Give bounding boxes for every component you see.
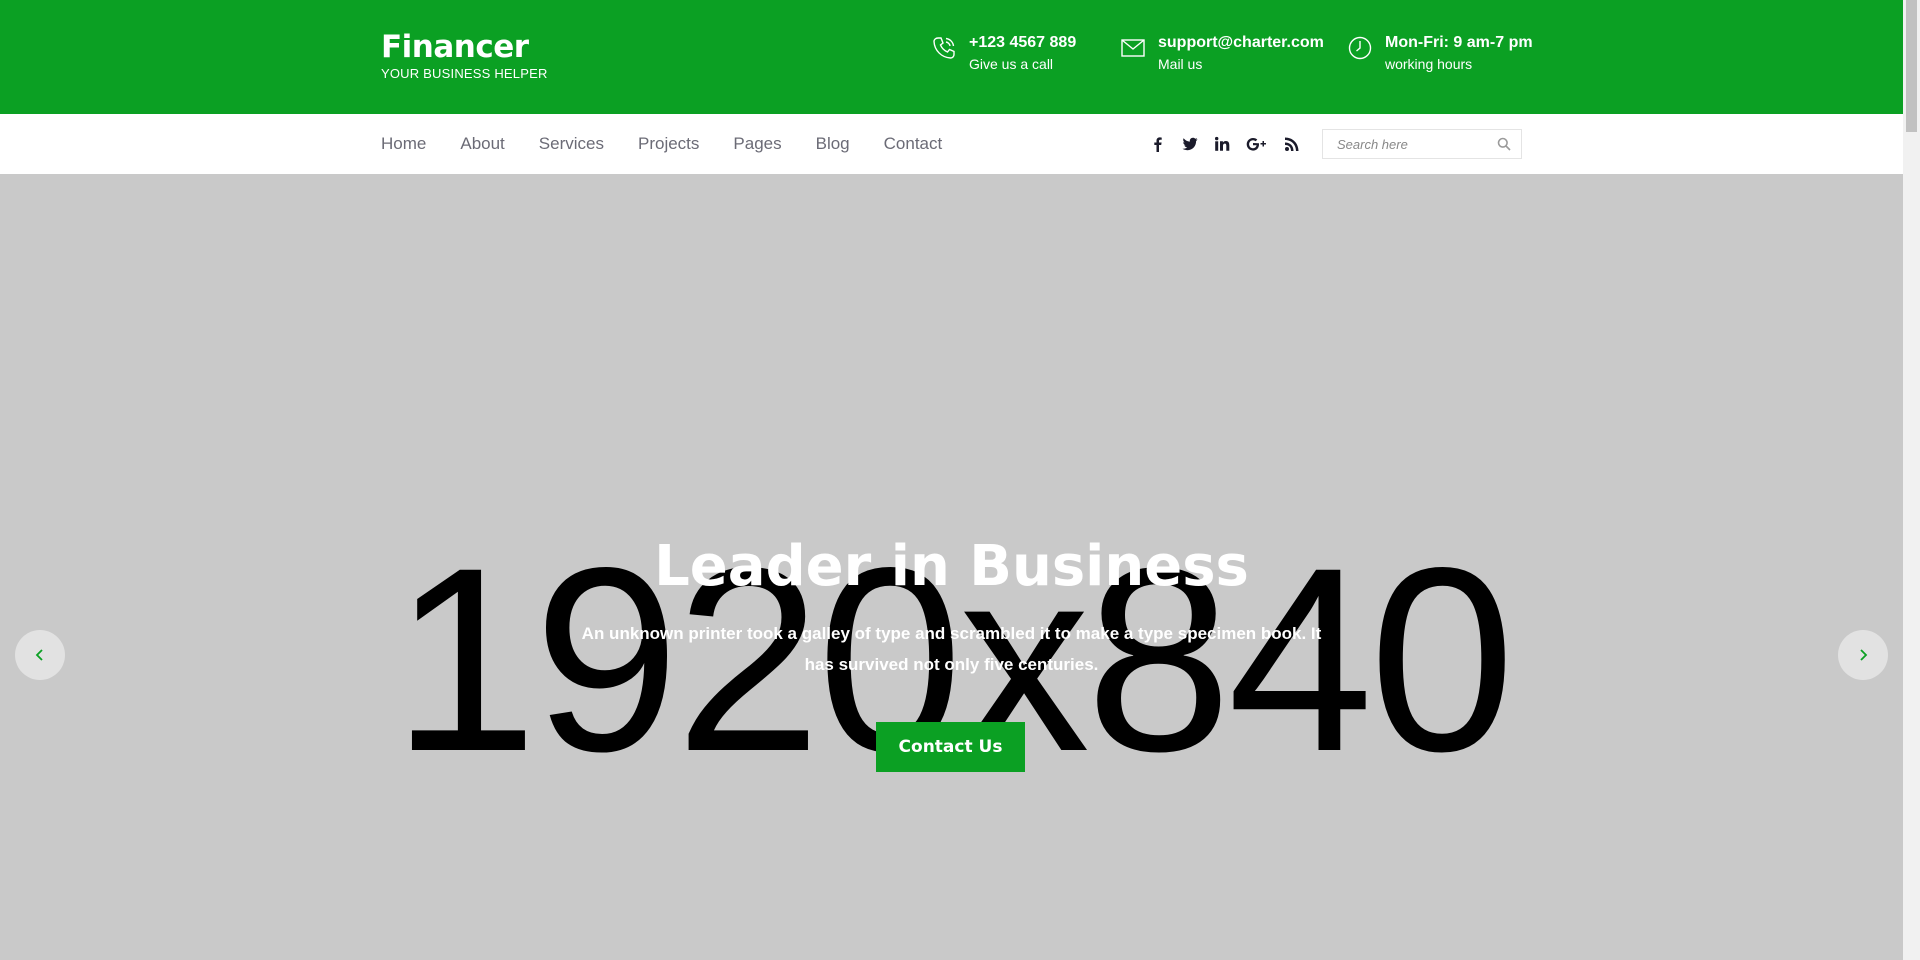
mail-icon [1120, 35, 1146, 61]
nav-about[interactable]: About [460, 134, 504, 154]
search-icon[interactable] [1497, 137, 1511, 151]
google-plus-icon[interactable] [1246, 134, 1268, 154]
top-header: Financer YOUR BUSINESS HELPER +123 4567 … [0, 0, 1903, 114]
nav-pages[interactable]: Pages [733, 134, 781, 154]
contact-mail: support@charter.com Mail us [1120, 32, 1324, 74]
slider-next-button[interactable] [1838, 630, 1888, 680]
hero-title: Leader in Business [654, 534, 1249, 599]
contact-phone: +123 4567 889 Give us a call [931, 32, 1076, 74]
working-hours: Mon-Fri: 9 am-7 pm [1385, 34, 1533, 51]
facebook-icon[interactable] [1150, 134, 1166, 154]
contact-hours: Mon-Fri: 9 am-7 pm working hours [1347, 32, 1533, 74]
working-hours-label: working hours [1385, 56, 1473, 72]
linkedin-icon[interactable] [1214, 134, 1230, 154]
phone-number[interactable]: +123 4567 889 [969, 32, 1076, 54]
main-nav: Home About Services Projects Pages Blog … [381, 114, 976, 174]
mail-address[interactable]: support@charter.com [1158, 32, 1324, 54]
logo-tagline: YOUR BUSINESS HELPER [381, 66, 548, 81]
main-navbar: Home About Services Projects Pages Blog … [0, 114, 1903, 174]
contact-us-button[interactable]: Contact Us [876, 722, 1025, 772]
phone-label: Give us a call [969, 56, 1054, 72]
nav-contact[interactable]: Contact [884, 134, 943, 154]
scrollbar-thumb[interactable] [1906, 0, 1917, 132]
nav-blog[interactable]: Blog [816, 134, 850, 154]
rss-icon[interactable] [1284, 134, 1300, 154]
logo[interactable]: Financer YOUR BUSINESS HELPER [381, 28, 548, 81]
logo-name: Financer [381, 29, 529, 65]
clock-icon [1347, 35, 1373, 61]
twitter-icon[interactable] [1182, 134, 1198, 154]
search-input[interactable] [1323, 130, 1483, 158]
hero-slider: 1920x840 Leader in Business An unknown p… [0, 174, 1903, 960]
chevron-left-icon [35, 649, 43, 661]
social-links [1150, 114, 1316, 174]
nav-home[interactable]: Home [381, 134, 426, 154]
slider-prev-button[interactable] [15, 630, 65, 680]
nav-projects[interactable]: Projects [638, 134, 699, 154]
phone-icon [931, 35, 957, 61]
chevron-right-icon [1860, 649, 1868, 661]
page-scrollbar[interactable] [1903, 0, 1920, 960]
hero-text: An unknown printer took a galley of type… [581, 624, 1322, 674]
nav-services[interactable]: Services [539, 134, 604, 154]
mail-label: Mail us [1158, 56, 1203, 72]
search-box [1322, 129, 1522, 159]
